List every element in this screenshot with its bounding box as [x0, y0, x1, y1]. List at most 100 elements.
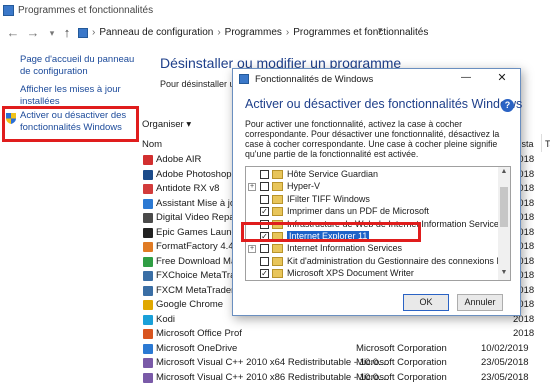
feature-item[interactable]: Hôte Service Guardian	[246, 169, 498, 181]
close-icon[interactable]: ✕	[495, 71, 509, 84]
ok-button[interactable]: OK	[403, 294, 449, 311]
recent-locations-dropdown-icon[interactable]: ▾	[45, 25, 59, 41]
program-icon	[143, 227, 153, 238]
chevron-right-icon: ›	[285, 27, 290, 38]
feature-checkbox[interactable]	[260, 194, 269, 204]
program-icon	[143, 198, 153, 209]
breadcrumb: › Panneau de configuration › Programmes …	[78, 25, 428, 40]
program-row[interactable]: Microsoft Office Prof 2018	[143, 327, 550, 341]
feature-checkbox[interactable]	[260, 244, 269, 254]
folder-icon	[272, 256, 283, 266]
program-icon	[143, 300, 153, 310]
feature-item[interactable]: ✓ Microsoft XPS Document Writer	[246, 268, 498, 280]
column-header-size[interactable]: Ta	[545, 139, 550, 149]
folder-icon	[272, 182, 283, 192]
program-icon	[143, 372, 153, 383]
feature-label: IFilter TIFF Windows	[287, 193, 370, 204]
window-title: Programmes et fonctionnalités	[18, 5, 154, 16]
column-divider[interactable]	[541, 134, 542, 152]
feature-item[interactable]: Kit d'administration du Gestionnaire des…	[246, 256, 510, 268]
program-icon	[143, 314, 153, 325]
feature-checkbox[interactable]: ✓	[260, 269, 269, 279]
control-panel-icon	[78, 27, 88, 38]
program-name: Microsoft Office Prof	[156, 328, 242, 339]
back-arrow-icon[interactable]: ←	[6, 25, 20, 41]
feature-label: Microsoft XPS Document Writer	[287, 268, 414, 279]
chevron-right-icon: ›	[217, 27, 221, 38]
cancel-button[interactable]: Annuler	[457, 294, 503, 311]
program-name: Adobe AIR	[156, 154, 202, 165]
program-row[interactable]: Microsoft OneDrive Microsoft Corporation 1…	[143, 342, 550, 356]
program-name: FXCM MetaTrader 4	[156, 284, 243, 296]
scroll-up-icon[interactable]: ▲	[498, 168, 510, 175]
up-arrow-icon[interactable]: ↑	[60, 25, 74, 41]
program-icon	[143, 184, 153, 194]
program-install-date: 23/05/2018	[481, 371, 529, 383]
feature-item[interactable]: IFilter TIFF Windows	[246, 194, 498, 206]
vertical-scrollbar[interactable]: ▲ ▼	[498, 167, 510, 280]
breadcrumb-item[interactable]: Programmes et fonctionnalités	[293, 27, 428, 38]
program-icon	[143, 213, 153, 223]
folder-icon	[272, 269, 283, 279]
highlight-box	[241, 222, 421, 242]
organise-button[interactable]: Organiser ▾	[142, 119, 191, 130]
dialog-heading: Activer ou désactiver des fonctionnalité…	[245, 97, 523, 111]
program-icon	[143, 256, 153, 267]
program-row[interactable]: Microsoft Visual C++ 2010 x86 Redistribu…	[143, 371, 550, 385]
feature-item[interactable]: + Internet Information Services	[246, 243, 498, 255]
program-install-date: 23/05/2018	[481, 357, 529, 368]
program-row[interactable]: Microsoft Visual C++ 2010 x64 Redistribu…	[143, 356, 550, 370]
program-icon	[143, 271, 153, 281]
windows-features-dialog: Fonctionnalités de Windows — ✕ Activer o…	[232, 68, 523, 316]
breadcrumb-item[interactable]: Programmes	[225, 27, 282, 38]
windows-features-icon	[239, 74, 249, 84]
expand-icon[interactable]: +	[248, 183, 256, 192]
feature-checkbox[interactable]	[260, 256, 269, 266]
dialog-titlebar[interactable]: Fonctionnalités de Windows — ✕	[233, 69, 520, 90]
folder-icon	[272, 170, 283, 179]
breadcrumb-item[interactable]: Panneau de configuration	[99, 27, 213, 38]
column-header-name[interactable]: Nom	[142, 139, 162, 150]
sidebar-link-home[interactable]: Page d'accueil du panneau de configurati…	[20, 54, 140, 78]
minimize-icon[interactable]: —	[459, 72, 473, 83]
help-icon[interactable]: ?	[501, 99, 514, 112]
dialog-title: Fonctionnalités de Windows	[255, 74, 374, 85]
scroll-down-icon[interactable]: ▼	[498, 269, 510, 276]
feature-label: Imprimer dans un PDF de Microsoft	[287, 206, 430, 217]
folder-icon	[272, 244, 283, 254]
feature-label: Hôte Service Guardian	[287, 169, 379, 179]
program-icon	[143, 155, 153, 165]
folder-icon	[272, 194, 283, 204]
expand-icon[interactable]: +	[248, 245, 256, 254]
program-install-date: 10/02/2019	[481, 342, 529, 354]
program-name: Google Chrome	[156, 299, 224, 310]
program-name: Microsoft Visual C++ 2010 x86 Redistribu…	[156, 371, 389, 383]
feature-checkbox[interactable]: ✓	[260, 207, 269, 217]
program-icon	[143, 242, 153, 252]
feature-checkbox[interactable]	[260, 170, 269, 179]
program-name: Assistant Mise à jour	[156, 197, 244, 209]
highlight-box	[2, 106, 139, 142]
control-panel-icon	[3, 5, 14, 16]
address-dropdown-icon[interactable]: ▾	[378, 25, 383, 36]
program-install-date: 2018	[513, 328, 535, 339]
scrollbar-thumb[interactable]	[500, 187, 508, 227]
dialog-description: Pour activer une fonctionnalité, activez…	[245, 119, 500, 159]
program-icon	[143, 343, 153, 354]
feature-item[interactable]: + Hyper-V	[246, 181, 498, 193]
forward-arrow-icon[interactable]: →	[26, 25, 40, 41]
feature-checkbox[interactable]	[260, 182, 269, 192]
feature-item[interactable]: ✓ Imprimer dans un PDF de Microsoft	[246, 206, 498, 218]
feature-label: Kit d'administration du Gestionnaire des…	[287, 255, 511, 266]
window-titlebar: Programmes et fonctionnalités	[0, 0, 550, 22]
folder-icon	[272, 207, 283, 217]
program-name: Microsoft OneDrive	[156, 342, 238, 354]
program-name: Microsoft Visual C++ 2010 x64 Redistribu…	[156, 357, 389, 368]
sidebar-link-installed-updates[interactable]: Afficher les mises à jour installées	[20, 84, 130, 108]
chevron-right-icon: ›	[92, 27, 96, 38]
program-publisher: Microsoft Corporation	[356, 342, 447, 354]
program-icon	[143, 329, 153, 339]
program-icon	[143, 285, 153, 296]
feature-label: Internet Information Services	[287, 243, 403, 254]
program-name: Antidote RX v8	[156, 183, 220, 194]
